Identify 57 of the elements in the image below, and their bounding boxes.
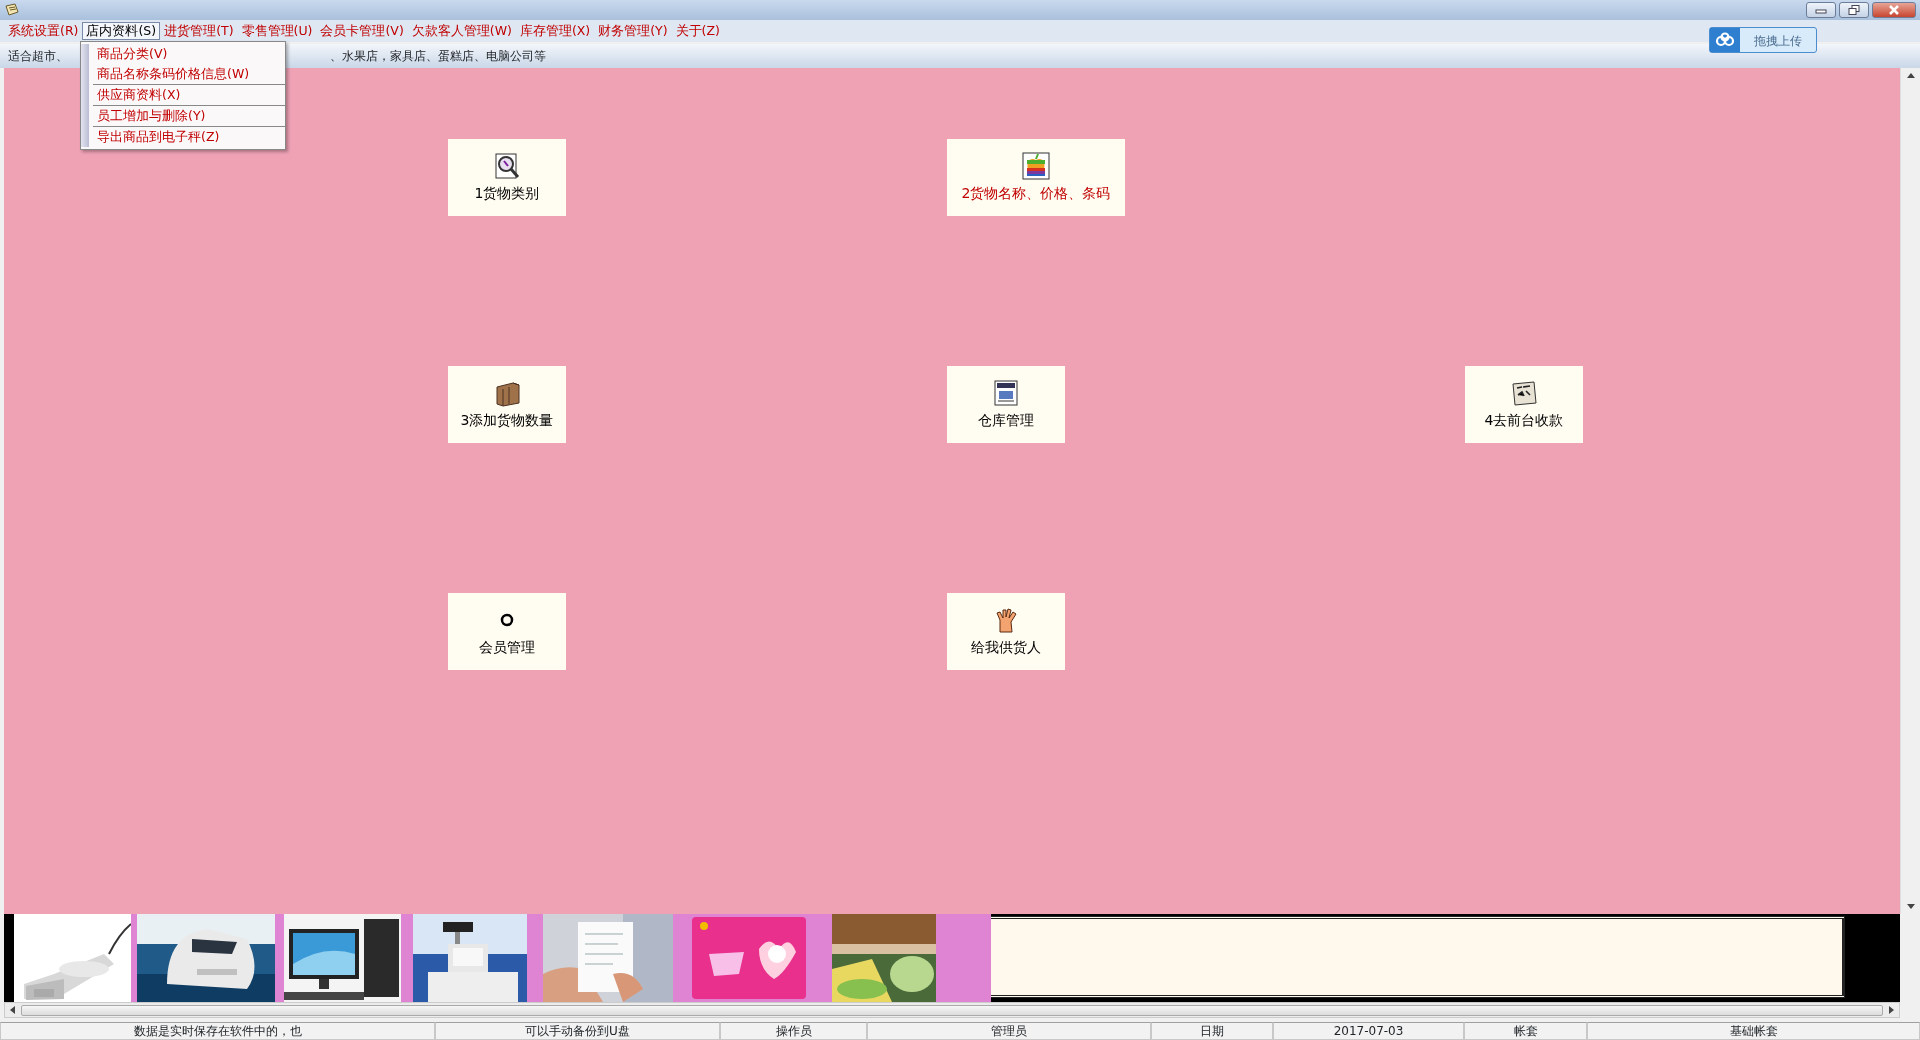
tile-button[interactable]: 会员管理 (448, 593, 566, 670)
status-field: 2017-07-03 (1273, 1022, 1464, 1040)
tile-button[interactable]: 4去前台收款 (1465, 366, 1583, 443)
restore-icon (1848, 5, 1860, 15)
note-icon (1510, 378, 1538, 407)
dropdown-item[interactable]: 商品分类(V) (93, 44, 285, 64)
status-field: 帐套 (1464, 1022, 1587, 1040)
minimize-button[interactable] (1806, 2, 1836, 18)
vertical-scrollbar[interactable] (1900, 68, 1920, 914)
horizontal-scrollbar[interactable] (4, 1002, 1900, 1018)
status-field: 可以手动备份到U盘 (435, 1022, 720, 1040)
dropdown-item[interactable]: 导出商品到电子秤(Z) (93, 126, 285, 147)
cloud-icon (1715, 32, 1735, 48)
tile-button[interactable]: 仓库管理 (947, 366, 1065, 443)
tile-label: 给我供货人 (971, 637, 1041, 657)
menu-item[interactable]: 会员卡管理(V) (316, 22, 408, 40)
minimize-icon (1815, 6, 1827, 14)
tile-label: 3添加货物数量 (460, 410, 554, 430)
tile-button[interactable]: 给我供货人 (947, 593, 1065, 670)
dropdown-item[interactable]: 供应商资料(X) (93, 84, 285, 105)
scroll-left-icon (9, 1006, 15, 1014)
info-text: 适合超市、 (8, 48, 68, 65)
menu-item[interactable]: 欠款客人管理(W) (407, 22, 516, 40)
menu-item[interactable]: 关于(Z) (671, 22, 724, 40)
scroll-up-icon (1906, 72, 1915, 78)
tile-button[interactable]: 2货物名称、价格、条码 (947, 139, 1125, 216)
status-field: 数据是实时保存在软件中的，也 (0, 1022, 435, 1040)
scroll-icon (4, 2, 20, 18)
menu-item[interactable]: 进货管理(T) (160, 22, 238, 40)
menu-item[interactable]: 库存管理(X) (515, 22, 595, 40)
upload-button[interactable]: 拖拽上传 (1709, 27, 1817, 53)
status-field: 操作员 (720, 1022, 867, 1040)
close-button[interactable] (1872, 2, 1916, 18)
status-field: 基础帐套 (1587, 1022, 1920, 1040)
menu-item[interactable]: 系统设置(R) (4, 22, 83, 40)
tile-button[interactable]: 1货物类别 (448, 139, 566, 216)
tile-button[interactable]: 3添加货物数量 (448, 366, 566, 443)
info-text: 、水果店，家具店、蛋糕店、电脑公司等 (330, 48, 546, 65)
status-field: 日期 (1151, 1022, 1273, 1040)
menu-item[interactable]: 财务管理(Y) (594, 22, 672, 40)
restore-button[interactable] (1839, 2, 1869, 18)
scroll-right-icon (1889, 1006, 1895, 1014)
tile-label: 4去前台收款 (1484, 410, 1564, 430)
tile-label: 仓库管理 (978, 410, 1034, 430)
menu-item[interactable]: 店内资料(S) (82, 22, 161, 40)
dropdown-item[interactable]: 商品名称条码价格信息(W) (93, 64, 285, 84)
dropdown-item[interactable]: 员工增加与删除(Y) (93, 105, 285, 126)
scroll-down-icon (1906, 904, 1915, 910)
status-field: 管理员 (867, 1022, 1151, 1040)
apple-icon (1022, 151, 1050, 180)
tile-label: 2货物名称、价格、条码 (961, 183, 1111, 203)
magnifier-document-icon (493, 151, 521, 180)
tile-label: 会员管理 (479, 637, 535, 657)
close-icon (1888, 5, 1900, 15)
menu-item[interactable]: 零售管理(U) (237, 22, 317, 40)
tile-label: 1货物类别 (474, 183, 540, 203)
document-icon (992, 378, 1020, 407)
